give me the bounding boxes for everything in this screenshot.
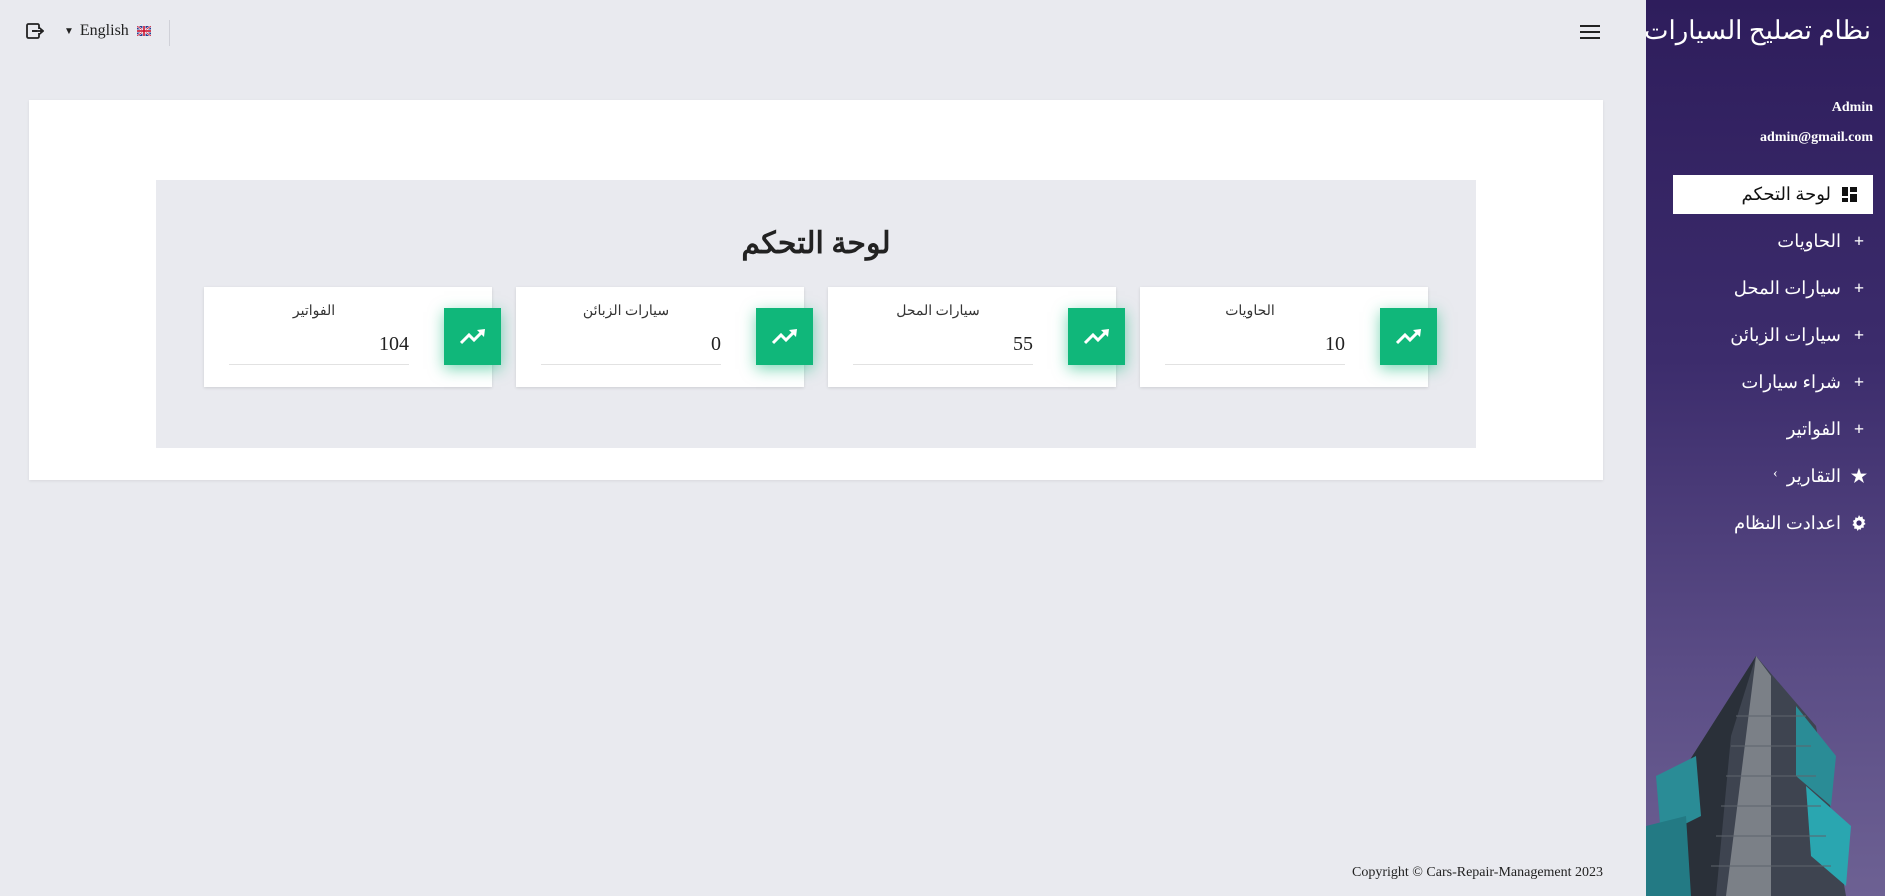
sidebar-item-dashboard[interactable]: لوحة التحكم [1673, 175, 1873, 214]
stat-divider [541, 364, 721, 365]
sidebar-item-label: اعدادت النظام [1734, 512, 1841, 533]
user-name: Admin [1831, 100, 1873, 115]
topbar: ▼ English [0, 0, 1646, 64]
sidebar-item-customer-cars[interactable]: + سيارات الزبائن [1673, 315, 1873, 355]
stat-card-shop-cars: سيارات المحل 55 [828, 287, 1125, 387]
logout-icon[interactable] [26, 22, 44, 40]
uk-flag-icon [136, 26, 151, 36]
sidebar-item-label: سيارات المحل [1733, 277, 1841, 298]
stat-value: 0 [711, 333, 721, 355]
language-label: English [79, 22, 129, 39]
plus-icon: + [1853, 230, 1865, 251]
plus-icon: + [1853, 324, 1865, 345]
dashboard-panel: لوحة التحكم الفواتير 104 سيارات الزبائن … [156, 180, 1476, 448]
page-title: لوحة التحكم [741, 227, 891, 260]
sidebar-item-reports[interactable]: ★ التقارير ‹ [1673, 456, 1873, 496]
stat-card-invoices: الفواتير 104 [204, 287, 501, 387]
sidebar-item-system-settings[interactable]: اعدادت النظام ‹ [1673, 503, 1873, 543]
building-background-image [1646, 656, 1851, 896]
sidebar: نظام تصليح السيارات Admin admin@gmail.co… [1646, 0, 1885, 896]
app-brand-title: نظام تصليح السيارات [1646, 16, 1871, 45]
sidebar-item-invoices[interactable]: + الفواتير [1673, 409, 1873, 449]
trending-up-icon[interactable] [444, 308, 501, 365]
stat-label: سيارات المحل [896, 304, 980, 319]
sidebar-item-label: لوحة التحكم [1741, 184, 1831, 204]
star-icon: ★ [1850, 465, 1868, 486]
sidebar-nav: لوحة التحكم + الحاويات + سيارات المحل + … [1673, 175, 1873, 550]
stat-card-customer-cars: سيارات الزبائن 0 [516, 287, 813, 387]
sidebar-item-shop-cars[interactable]: + سيارات المحل [1673, 268, 1873, 308]
sidebar-item-label: الفواتير [1786, 418, 1841, 439]
sidebar-item-label: التقارير [1786, 465, 1841, 486]
chevron-left-icon: ‹ [1755, 513, 1760, 528]
trending-up-icon[interactable] [1068, 308, 1125, 365]
sidebar-item-containers[interactable]: + الحاويات [1673, 221, 1873, 261]
sidebar-item-label: سيارات الزبائن [1730, 324, 1841, 345]
stat-divider [229, 364, 409, 365]
plus-icon: + [1853, 418, 1865, 439]
hamburger-menu-icon[interactable] [1580, 24, 1600, 40]
chevron-left-icon: ‹ [1773, 466, 1778, 481]
stat-label: الحاويات [1225, 304, 1275, 319]
plus-icon: + [1853, 371, 1865, 392]
stat-label: سيارات الزبائن [582, 304, 670, 319]
plus-icon: + [1853, 277, 1865, 298]
stat-value: 104 [379, 333, 409, 355]
dashboard-icon [1839, 187, 1859, 202]
topbar-divider [169, 20, 170, 46]
main-content-card: لوحة التحكم الفواتير 104 سيارات الزبائن … [29, 100, 1603, 480]
gear-icon [1849, 515, 1869, 531]
trending-up-icon[interactable] [756, 308, 813, 365]
sidebar-item-label: الحاويات [1777, 230, 1841, 251]
caret-down-icon: ▼ [64, 25, 74, 37]
stat-divider [1165, 364, 1345, 365]
stat-value: 55 [1013, 333, 1033, 355]
sidebar-item-buy-cars[interactable]: + شراء سيارات [1673, 362, 1873, 402]
trending-up-icon[interactable] [1380, 308, 1437, 365]
language-selector[interactable]: ▼ English [64, 22, 151, 40]
footer-copyright: Copyright © Cars-Repair-Management 2023 [1352, 865, 1604, 880]
stat-value: 10 [1325, 333, 1345, 355]
user-email: admin@gmail.com [1760, 130, 1873, 145]
stat-divider [853, 364, 1033, 365]
stat-card-containers: الحاويات 10 [1140, 287, 1437, 387]
stat-label: الفواتير [292, 304, 336, 319]
sidebar-item-label: شراء سيارات [1741, 371, 1841, 392]
